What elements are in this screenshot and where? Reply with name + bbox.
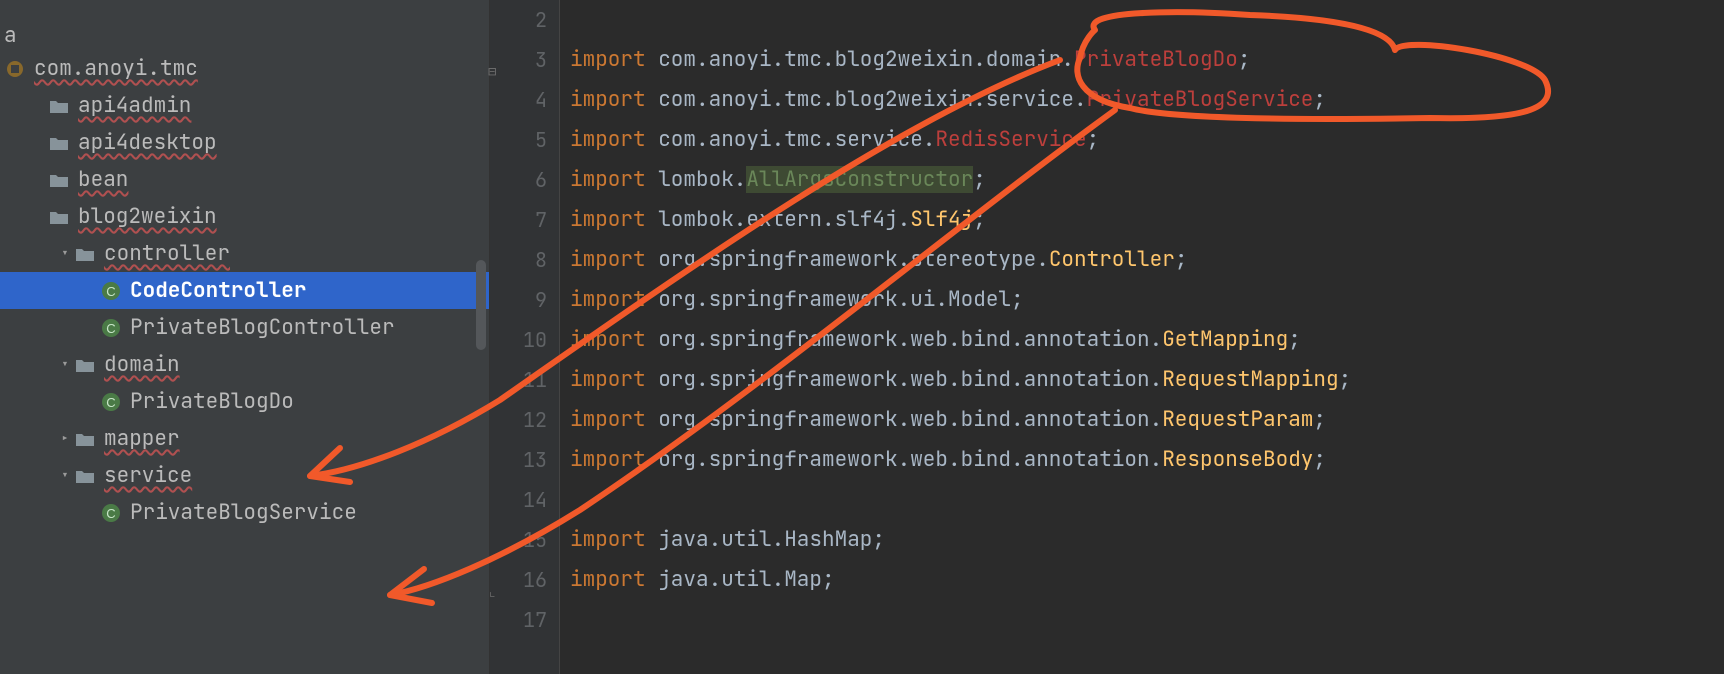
line-number: 10 <box>490 320 559 360</box>
tree-folder-bean[interactable]: bean <box>0 161 490 198</box>
chevron-icon[interactable]: ▾ <box>56 467 74 485</box>
line-number: 2 <box>490 0 559 40</box>
line-number: 16⌞ <box>490 560 559 600</box>
code-line[interactable]: import java.util.Map; <box>570 560 1724 600</box>
line-number: 4 <box>490 80 559 120</box>
tree-label: a <box>4 22 17 49</box>
sidebar-scrollbar[interactable] <box>476 260 486 350</box>
folder-icon <box>48 95 70 117</box>
tree-file-partial[interactable]: a <box>0 20 490 50</box>
tree-item-label: CodeController <box>130 277 306 304</box>
tree-class-CodeController[interactable]: C CodeController <box>0 272 490 309</box>
folder-icon <box>74 354 96 376</box>
svg-text:C: C <box>106 395 115 410</box>
line-number: 6 <box>490 160 559 200</box>
code-line[interactable]: import com.anoyi.tmc.blog2weixin.service… <box>570 80 1724 120</box>
tree-item-label: controller <box>104 240 230 267</box>
package-icon <box>4 58 26 80</box>
folder-icon <box>74 465 96 487</box>
tree-package-label: com.anoyi.tmc <box>34 55 198 82</box>
class-icon: C <box>100 391 122 413</box>
tree-class-PrivateBlogController[interactable]: C PrivateBlogController <box>0 309 490 346</box>
code-line[interactable]: import org.springframework.web.bind.anno… <box>570 360 1724 400</box>
folder-icon <box>74 428 96 450</box>
tree-item-label: blog2weixin <box>78 203 217 230</box>
editor-gutter: 23⊟45678910111213141516⌞17 <box>490 0 560 674</box>
line-number: 17 <box>490 600 559 640</box>
tree-folder-blog2weixin[interactable]: blog2weixin <box>0 198 490 235</box>
line-number: 7 <box>490 200 559 240</box>
code-line[interactable]: import java.util.HashMap; <box>570 520 1724 560</box>
chevron-icon[interactable]: ▸ <box>56 430 74 448</box>
code-line[interactable]: import org.springframework.stereotype.Co… <box>570 240 1724 280</box>
tree-class-PrivateBlogDo[interactable]: C PrivateBlogDo <box>0 383 490 420</box>
line-number: 14 <box>490 480 559 520</box>
code-line[interactable]: import org.springframework.web.bind.anno… <box>570 320 1724 360</box>
project-tree[interactable]: a com.anoyi.tmc api4admin api4desktop bean… <box>0 0 490 674</box>
chevron-icon[interactable]: ▾ <box>56 245 74 263</box>
code-line[interactable] <box>570 0 1724 40</box>
class-icon: C <box>100 317 122 339</box>
code-line[interactable]: import org.springframework.ui.Model; <box>570 280 1724 320</box>
code-line[interactable]: import lombok.AllArgsConstructor; <box>570 160 1724 200</box>
svg-text:C: C <box>106 506 115 521</box>
code-line[interactable]: import org.springframework.web.bind.anno… <box>570 440 1724 480</box>
tree-item-label: domain <box>104 351 180 378</box>
tree-folder-api4desktop[interactable]: api4desktop <box>0 124 490 161</box>
tree-folder-service[interactable]: ▾ service <box>0 457 490 494</box>
tree-folder-domain[interactable]: ▾ domain <box>0 346 490 383</box>
tree-item-label: service <box>104 462 192 489</box>
tree-item-label: api4admin <box>78 92 191 119</box>
line-number: 8 <box>490 240 559 280</box>
code-line[interactable] <box>570 480 1724 520</box>
tree-item-label: mapper <box>104 425 180 452</box>
tree-folder-api4admin[interactable]: api4admin <box>0 87 490 124</box>
line-number: 9 <box>490 280 559 320</box>
class-icon: C <box>100 280 122 302</box>
folder-icon <box>48 132 70 154</box>
tree-item-label: PrivateBlogDo <box>130 388 294 415</box>
line-number: 3⊟ <box>490 40 559 80</box>
tree-item-label: api4desktop <box>78 129 217 156</box>
tree-item-label: PrivateBlogController <box>130 314 395 341</box>
tree-item-label: bean <box>78 166 128 193</box>
svg-text:C: C <box>106 321 115 336</box>
svg-text:C: C <box>106 284 115 299</box>
tree-folder-controller[interactable]: ▾ controller <box>0 235 490 272</box>
code-editor[interactable]: import com.anoyi.tmc.blog2weixin.domain.… <box>560 0 1724 674</box>
line-number: 15 <box>490 520 559 560</box>
tree-class-PrivateBlogService[interactable]: C PrivateBlogService <box>0 494 490 531</box>
tree-package-root[interactable]: com.anoyi.tmc <box>0 50 490 87</box>
folder-icon <box>48 206 70 228</box>
line-number: 5 <box>490 120 559 160</box>
tree-item-label: PrivateBlogService <box>130 499 357 526</box>
folder-icon <box>74 243 96 265</box>
line-number: 11 <box>490 360 559 400</box>
line-number: 12 <box>490 400 559 440</box>
code-line[interactable]: import com.anoyi.tmc.blog2weixin.domain.… <box>570 40 1724 80</box>
code-line[interactable]: import com.anoyi.tmc.service.RedisServic… <box>570 120 1724 160</box>
tree-folder-mapper[interactable]: ▸ mapper <box>0 420 490 457</box>
code-line[interactable]: import org.springframework.web.bind.anno… <box>570 400 1724 440</box>
line-number: 13 <box>490 440 559 480</box>
class-icon: C <box>100 502 122 524</box>
code-line[interactable]: import lombok.extern.slf4j.Slf4j; <box>570 200 1724 240</box>
chevron-icon[interactable]: ▾ <box>56 356 74 374</box>
code-line[interactable] <box>570 600 1724 640</box>
folder-icon <box>48 169 70 191</box>
